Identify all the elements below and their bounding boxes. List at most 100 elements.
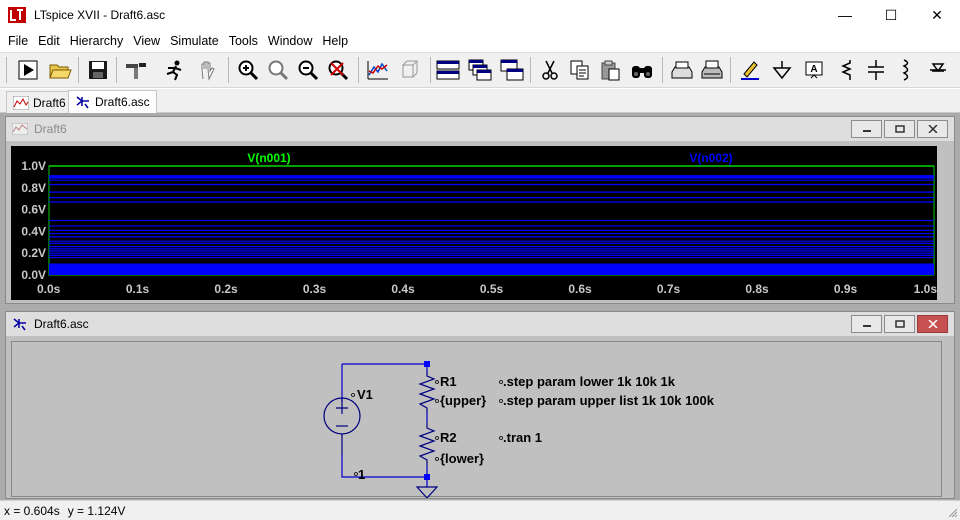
zoom-in-button[interactable] <box>234 56 262 84</box>
print-button[interactable] <box>698 56 726 84</box>
menu-help[interactable]: Help <box>318 34 352 48</box>
x-tick-label: 0.5s <box>480 282 504 296</box>
schematic-drawing[interactable]: V1 1 R1 {upper} R2 {lower} .step param l… <box>12 342 943 499</box>
trace-label-v-n001: V(n001) <box>247 151 290 165</box>
menu-file[interactable]: File <box>4 34 32 48</box>
cascade-button[interactable] <box>466 56 494 84</box>
voltage-source-v1[interactable] <box>323 397 361 454</box>
tile-vertical-button[interactable] <box>498 56 526 84</box>
menu-view[interactable]: View <box>129 34 164 48</box>
copy-button[interactable] <box>566 56 594 84</box>
maximize-button[interactable]: ☐ <box>868 0 914 30</box>
resistor-button[interactable] <box>832 56 860 84</box>
cascade-icon <box>468 59 492 81</box>
autorange-button[interactable] <box>364 56 392 84</box>
schematic-window-titlebar[interactable]: Draft6.asc <box>6 312 954 336</box>
v1-name-label[interactable]: V1 <box>357 387 373 402</box>
tab-draft6-schematic[interactable]: Draft6.asc <box>68 90 157 113</box>
tile-vertical-icon <box>500 59 524 81</box>
3d-view-button[interactable] <box>396 56 424 84</box>
ground-button[interactable] <box>768 56 796 84</box>
3d-icon <box>401 60 419 78</box>
diode-button[interactable] <box>924 56 952 84</box>
v1-value-label[interactable]: 1 <box>358 467 365 482</box>
x-tick-label: 1.0s <box>914 282 937 296</box>
schematic-canvas[interactable]: V1 1 R1 {upper} R2 {lower} .step param l… <box>11 341 943 499</box>
tran-directive[interactable]: .tran 1 <box>503 430 542 445</box>
halt-button[interactable] <box>160 56 188 84</box>
ltspice-logo-icon <box>8 7 26 23</box>
inductor-button[interactable] <box>892 56 920 84</box>
schematic-minimize-button[interactable] <box>851 315 882 333</box>
menu-hierarchy[interactable]: Hierarchy <box>66 34 128 48</box>
waveform-close-button[interactable] <box>917 120 948 138</box>
toolbar-separator <box>662 57 663 83</box>
r1-name-label[interactable]: R1 <box>440 374 457 389</box>
x-tick-label: 0.4s <box>391 282 415 296</box>
r2-name-label[interactable]: R2 <box>440 430 457 445</box>
text-anchor-mark <box>435 399 439 403</box>
waveform-chart[interactable]: V(n001) V(n002)1.0V0.8V0.6V0.4V0.2V0.0V0.… <box>11 146 937 300</box>
waveform-window-titlebar[interactable]: Draft6 <box>6 117 954 141</box>
menu-tools[interactable]: Tools <box>225 34 262 48</box>
waveform-minimize-button[interactable] <box>851 120 882 138</box>
menu-simulate[interactable]: Simulate <box>166 34 223 48</box>
schematic-maximize-button[interactable] <box>884 315 915 333</box>
label-button[interactable]: A <box>800 56 828 84</box>
text-anchor-mark <box>435 457 439 461</box>
resistor-r2[interactable] <box>418 422 436 466</box>
paste-button[interactable] <box>596 56 624 84</box>
save-button[interactable] <box>84 56 112 84</box>
find-button[interactable] <box>628 56 656 84</box>
label-net-button[interactable] <box>736 56 764 84</box>
close-icon: ✕ <box>931 6 943 23</box>
x-tick-label: 0.3s <box>303 282 327 296</box>
junction-top <box>424 361 430 367</box>
pan-icon <box>201 61 215 81</box>
waveform-plot[interactable]: V(n001) V(n002) 1.0V 0.8V 0.6V 0.4V 0.2V 0.0V 0.… <box>11 146 937 300</box>
waveform-icon <box>13 95 29 110</box>
schematic-close-button[interactable] <box>917 315 948 333</box>
step-lower-directive[interactable]: .step param lower 1k 10k 1k <box>503 374 676 389</box>
zoom-cancel-button[interactable] <box>324 56 352 84</box>
zoom-fit-button[interactable] <box>264 56 292 84</box>
trace-v-n002-band-high <box>49 175 934 178</box>
open-button[interactable] <box>46 56 74 84</box>
control-panel-button[interactable] <box>122 56 150 84</box>
text-anchor-mark <box>351 393 355 397</box>
svg-text:A: A <box>810 64 817 75</box>
capacitor-icon <box>868 60 884 80</box>
tab-draft6-waveform[interactable]: Draft6 <box>6 91 73 113</box>
minimize-button[interactable]: — <box>822 0 868 30</box>
ground-icon <box>772 61 792 80</box>
run-button[interactable] <box>14 56 42 84</box>
r1-value-label[interactable]: {upper} <box>440 393 486 408</box>
x-tick-label: 0.8s <box>745 282 769 296</box>
zoom-cancel-icon <box>328 60 349 81</box>
tile-horizontal-button[interactable] <box>434 56 462 84</box>
waveform-window: Draft6 V(n001) V(n002) 1.0V 0.8V 0.6V 0.4V 0.2… <box>5 116 955 304</box>
menu-edit[interactable]: Edit <box>34 34 64 48</box>
trace-v-n002-band-low <box>49 265 934 275</box>
toolbar-separator <box>730 57 731 83</box>
waveform-maximize-button[interactable] <box>884 120 915 138</box>
toolbar-separator <box>6 57 7 83</box>
label-icon: A <box>805 61 823 79</box>
junction-bottom <box>424 474 430 480</box>
paste-icon <box>601 60 620 81</box>
menu-window[interactable]: Window <box>264 34 316 48</box>
capacitor-button[interactable] <box>862 56 890 84</box>
resistor-r1[interactable] <box>418 372 436 412</box>
step-upper-directive[interactable]: .step param upper list 1k 10k 100k <box>503 393 715 408</box>
cut-button[interactable] <box>536 56 564 84</box>
pan-button[interactable] <box>194 56 222 84</box>
print-setup-button[interactable] <box>668 56 696 84</box>
ground-symbol[interactable] <box>415 486 439 499</box>
x-tick-label: 0.7s <box>657 282 681 296</box>
zoom-out-icon <box>298 60 319 81</box>
r2-value-label[interactable]: {lower} <box>440 451 484 466</box>
status-bar: x = 0.604s y = 1.124V <box>0 500 960 520</box>
close-button[interactable]: ✕ <box>914 0 960 30</box>
resize-grip-icon[interactable] <box>948 508 958 518</box>
zoom-out-button[interactable] <box>294 56 322 84</box>
